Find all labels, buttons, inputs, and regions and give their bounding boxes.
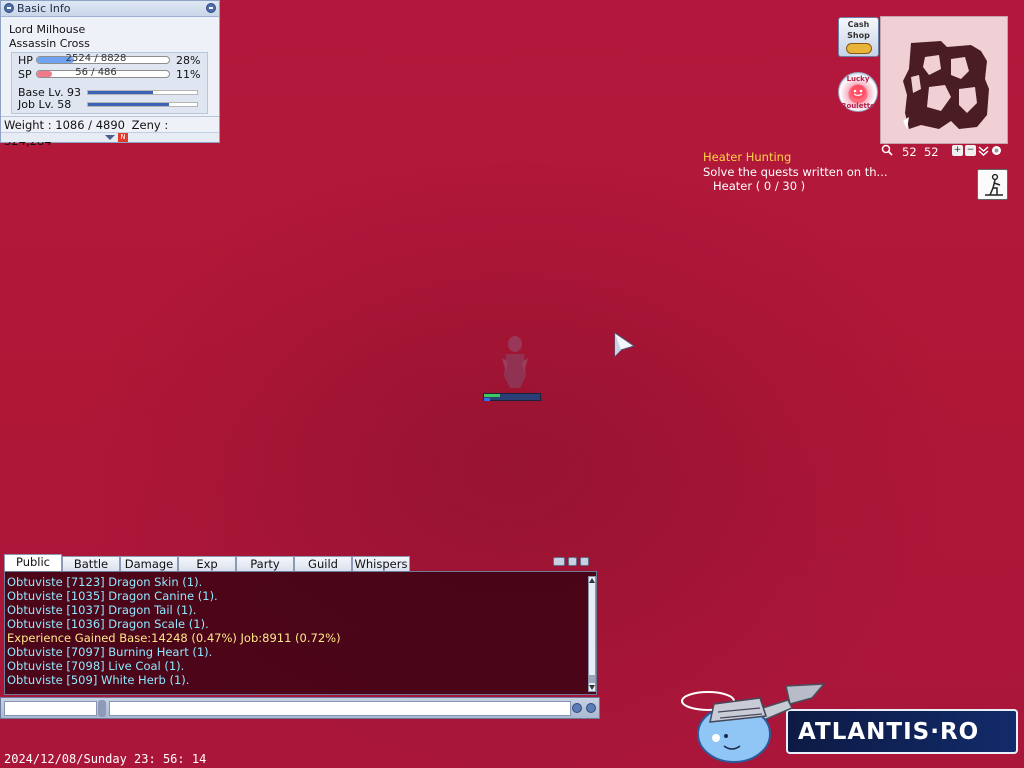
chat-option-button-1[interactable] [572,703,582,713]
sp-row: SP 56 / 486 11% [18,67,206,81]
minimap-terrain [903,41,989,129]
chat-tab-battle[interactable]: Battle [62,556,120,572]
chat-line: Obtuviste [1037] Dragon Tail (1). [7,603,197,617]
cash-shop-label-2: Shop [847,31,870,40]
character-job-class: Assassin Cross [9,37,90,50]
sp-percent: 11% [176,68,201,81]
base-exp-bar [87,90,198,95]
quest-progress: Heater ( 0 / 30 ) [713,179,806,193]
sp-values: 56 / 486 [40,67,152,78]
character-status-bar [483,393,541,401]
chat-line: Obtuviste [7098] Live Coal (1). [7,659,185,673]
hp-label: HP [18,54,33,67]
hp-row: HP 2524 / 8828 28% [18,53,206,67]
lucky-roulette-label-2: Roulette [841,102,875,110]
player-character-sprite[interactable] [500,332,530,390]
lucky-roulette-label-1: Lucky [846,75,870,83]
sp-label: SP [18,68,32,81]
chat-line: Obtuviste [7123] Dragon Skin (1). [7,575,203,589]
chat-line: Experience Gained Base:14248 (0.47%) Job… [7,631,341,645]
cash-shop-label-1: Cash [847,20,870,29]
date-time-clock: 2024/12/08/Sunday 23: 56: 14 [4,752,207,766]
hp-values: 2524 / 8828 [40,53,152,64]
hp-current: 2524 [65,53,92,64]
quest-figure-icon [985,173,1003,196]
window-menu-icon[interactable] [4,3,14,13]
hp-separator: / [94,53,98,64]
chat-tab-damage[interactable]: Damage [120,556,178,572]
chat-tab-public[interactable]: Public [4,554,62,572]
roulette-face-icon [851,85,865,99]
character-name: Lord Milhouse [9,23,86,36]
chat-input-bar [0,697,600,719]
poring-knight-mascot-icon [681,683,826,763]
search-icon[interactable] [881,144,893,156]
chat-window-controls [553,557,593,567]
coin-icon [845,43,872,54]
chat-line: Obtuviste [1035] Dragon Canine (1). [7,589,218,603]
quest-menu-button[interactable] [977,169,1008,200]
chat-option-button-2[interactable] [586,703,596,713]
sp-current: 56 [75,67,88,78]
quest-title[interactable]: Heater Hunting [703,150,791,164]
chat-tab-party[interactable]: Party [236,556,294,572]
weight-zeny-row: Weight : 1086 / 4890 Zeny : 324,284 [1,116,219,148]
basic-info-window[interactable]: Basic Info Lord Milhouse Assassin Cross … [0,0,220,148]
sp-max: 486 [97,67,117,78]
minimap[interactable] [880,16,1008,144]
job-level-label: Job Lv. 58 [18,98,72,111]
server-logo: ATLANTIS·RO [680,676,1020,766]
sp-separator: / [91,67,95,78]
character-hp-fill [484,394,500,397]
basic-info-title: Basic Info [17,2,71,15]
whisper-target-input[interactable] [4,701,97,716]
chat-line: Obtuviste [7097] Burning Heart (1). [7,645,213,659]
chat-settings-icon[interactable] [568,557,577,566]
job-exp-fill [88,103,169,106]
basic-info-titlebar[interactable]: Basic Info [1,1,219,17]
chat-log[interactable]: Obtuviste [7123] Dragon Skin (1). Obtuvis… [4,571,597,695]
chat-input-divider[interactable] [98,700,106,717]
coord-x: 52 [902,145,917,159]
zoom-out-button[interactable]: − [965,145,976,156]
minimize-button[interactable] [206,3,216,13]
chat-tab-bar: Public Battle Damage Exp Party Guild Whispers [4,554,414,572]
expand-arrow-icon[interactable] [105,135,115,140]
weight-text: Weight : 1086 / 4890 [4,118,125,132]
chat-line: Obtuviste [1036] Dragon Scale (1). [7,617,209,631]
minimap-toolbar: 52 52 + − [879,144,1009,159]
map-coordinates: 52 52 [902,145,939,159]
scroll-down-arrow-icon[interactable] [589,685,595,690]
stats-panel: HP 2524 / 8828 28% SP 56 / 486 11% Base … [11,52,208,114]
cash-shop-button[interactable]: Cash Shop [838,17,879,57]
chat-tab-whispers[interactable]: Whispers [352,556,410,572]
job-exp-bar [87,102,198,107]
chat-line: Obtuviste [509] White Herb (1). [7,673,190,687]
chat-lock-icon[interactable] [580,557,589,566]
chat-resize-button[interactable] [553,557,565,566]
chat-message-input[interactable] [109,701,571,716]
scroll-up-arrow-icon[interactable] [589,578,595,583]
hp-max: 8828 [100,53,127,64]
chat-scrollbar[interactable] [588,576,596,692]
character-sp-fill [484,398,491,401]
mouse-cursor-icon [614,332,636,358]
base-exp-fill [88,91,154,94]
notice-badge[interactable]: N [118,133,128,142]
scroll-thumb[interactable] [589,675,595,683]
coord-y: 52 [923,145,939,159]
chevron-down-icon[interactable] [978,145,989,156]
basic-info-expand-bar[interactable]: N [1,132,219,142]
hp-percent: 28% [176,54,201,67]
quest-description: Solve the quests written on th... [703,165,888,179]
chat-tab-exp[interactable]: Exp [178,556,236,572]
lucky-roulette-button[interactable]: Lucky Roulette [838,72,878,112]
chat-tab-guild[interactable]: Guild [294,556,352,572]
map-toggle-icon[interactable] [991,145,1002,156]
zoom-in-button[interactable]: + [952,145,963,156]
